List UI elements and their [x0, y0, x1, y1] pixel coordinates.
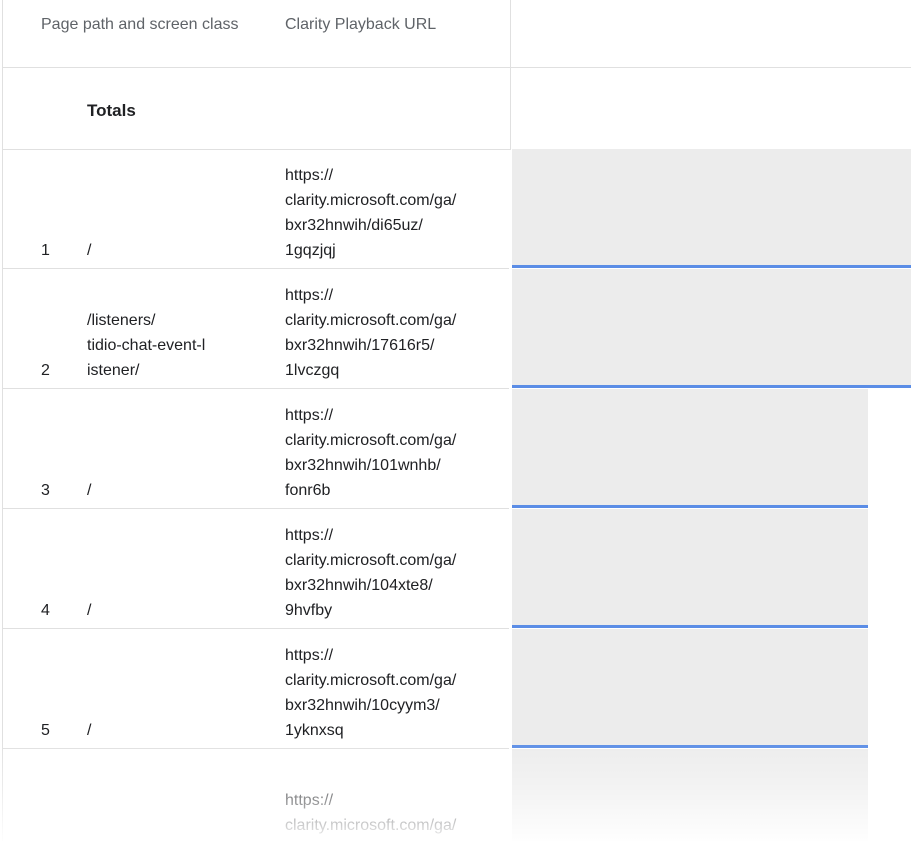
row-playback-url[interactable]: https:// clarity.microsoft.com/ga/ bxr32… — [285, 403, 505, 503]
row-index: 2 — [41, 362, 50, 379]
metric-bar-accent — [512, 265, 911, 268]
row-index: 1 — [41, 242, 50, 259]
row-index: 3 — [41, 482, 50, 499]
header-divider — [3, 67, 911, 68]
report-table: Page path and screen class Clarity Playb… — [0, 0, 911, 841]
row-playback-url[interactable]: https:// clarity.microsoft.com/ga/ bxr32… — [285, 523, 505, 623]
table-header-row: Page path and screen class Clarity Playb… — [3, 0, 911, 67]
metric-bar — [512, 269, 911, 386]
metric-bar — [512, 149, 911, 266]
table-row[interactable]: 1 / https:// clarity.microsoft.com/ga/ bxr… — [3, 149, 911, 269]
row-index: 4 — [41, 602, 50, 619]
row-page-path: /listeners/ tidio-chat-event-l istener/ — [87, 312, 206, 379]
row-playback-url[interactable]: https:// clarity.microsoft.com/ga/ bxr32… — [285, 788, 505, 841]
row-page-path: / — [87, 482, 92, 499]
metric-bar-accent — [512, 625, 868, 628]
column-header-page-path[interactable]: Page path and screen class — [41, 12, 241, 37]
row-page-path: / — [87, 722, 92, 739]
metric-bar-accent — [512, 385, 911, 388]
metric-bar-accent — [512, 745, 868, 748]
table-row[interactable]: https:// clarity.microsoft.com/ga/ bxr32… — [3, 749, 911, 841]
metric-bar — [512, 509, 868, 626]
metric-bar — [512, 749, 868, 841]
row-page-path: / — [87, 602, 92, 619]
metric-bar — [512, 629, 868, 746]
row-playback-url[interactable]: https:// clarity.microsoft.com/ga/ bxr32… — [285, 283, 505, 383]
totals-label: Totals — [87, 101, 136, 120]
table-row[interactable]: 2/listeners/ tidio-chat-event-l istener/… — [3, 269, 911, 389]
column-header-playback-url[interactable]: Clarity Playback URL — [285, 12, 505, 37]
metric-bar-accent — [512, 505, 868, 508]
row-page-path: / — [87, 242, 92, 259]
table-row[interactable]: 4 / https:// clarity.microsoft.com/ga/ bxr… — [3, 509, 911, 629]
metric-bar — [512, 389, 868, 506]
table-row[interactable]: 5 / https:// clarity.microsoft.com/ga/ bxr… — [3, 629, 911, 749]
row-playback-url[interactable]: https:// clarity.microsoft.com/ga/ bxr32… — [285, 643, 505, 743]
column-divider — [510, 0, 511, 149]
row-index: 5 — [41, 722, 50, 739]
row-playback-url[interactable]: https:// clarity.microsoft.com/ga/ bxr32… — [285, 163, 505, 263]
table-row[interactable]: 3 / https:// clarity.microsoft.com/ga/ bxr… — [3, 389, 911, 509]
